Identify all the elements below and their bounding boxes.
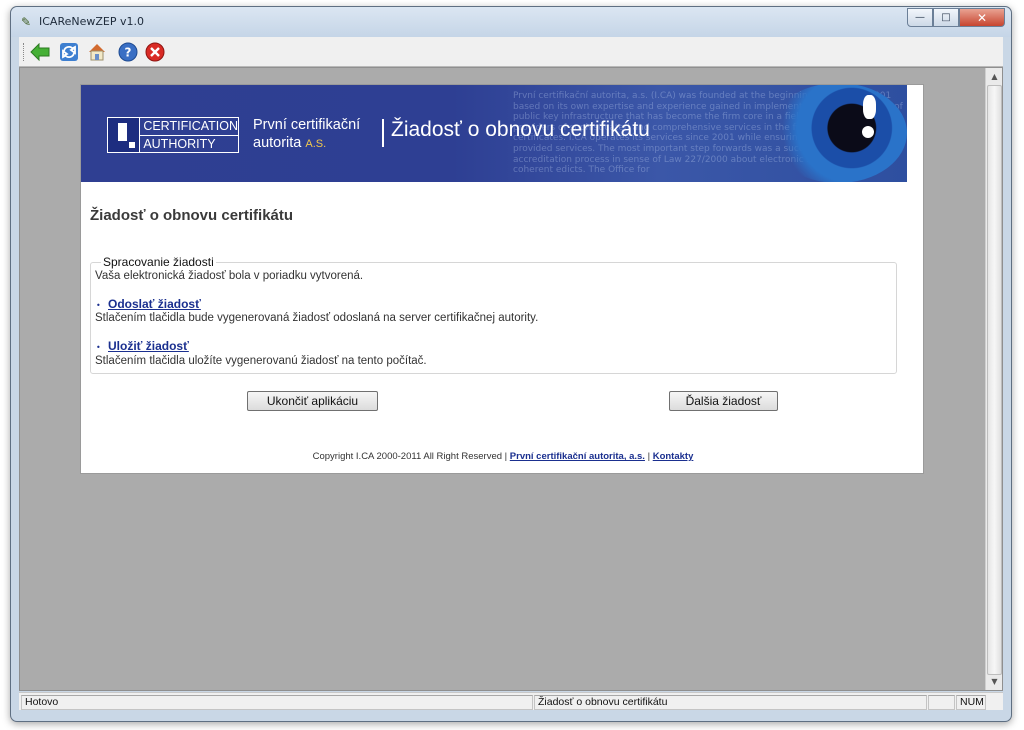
logo-line-1: CERTIFICATION [140, 118, 238, 136]
home-icon [89, 44, 105, 61]
stop-button[interactable] [144, 41, 166, 63]
vertical-scrollbar[interactable]: ▲ ▼ [985, 68, 1002, 690]
toolbar-grip[interactable] [23, 43, 26, 61]
send-request-link[interactable]: Odoslať žiadosť [108, 297, 201, 311]
status-bar: Hotovo Žiadosť o obnovu certifikátu NUM [19, 692, 1003, 710]
save-bullet: • [96, 343, 101, 352]
scroll-down-icon[interactable]: ▼ [986, 673, 1003, 690]
status-num-indicator: NUM [956, 695, 986, 710]
stop-icon [145, 42, 165, 62]
header-banner: První certifikační autorita, a.s. (I.CA)… [81, 85, 907, 182]
page-footer: Copyright I.CA 2000-2011 All Right Reser… [81, 451, 925, 462]
save-description: Stlačením tlačidla uložíte vygenerovanú … [95, 355, 427, 367]
eye-graphic [769, 85, 907, 182]
help-button[interactable]: ? [117, 41, 139, 63]
next-request-button[interactable]: Ďalšia žiadosť [669, 391, 778, 411]
copyright-text: Copyright I.CA 2000-2011 All Right Reser… [312, 451, 508, 462]
page-heading: Žiadosť o obnovu certifikátu [90, 207, 294, 224]
home-button[interactable] [86, 41, 108, 63]
save-request-link[interactable]: Uložiť žiadosť [108, 339, 189, 353]
refresh-button[interactable] [58, 41, 80, 63]
logo-i-mark [108, 118, 141, 152]
banner-title: Žiadosť o obnovu certifikátu [391, 118, 650, 141]
browser-view: První certifikační autorita, a.s. (I.CA)… [19, 67, 1003, 691]
scroll-thumb[interactable] [987, 85, 1002, 675]
scroll-up-icon[interactable]: ▲ [986, 68, 1003, 85]
back-arrow-icon [30, 43, 50, 61]
status-message: Vaša elektronická žiadosť bola v poriadk… [95, 270, 364, 282]
exit-application-button[interactable]: Ukončiť aplikáciu [247, 391, 378, 411]
org-suffix: A.S. [305, 138, 327, 150]
svg-text:?: ? [125, 46, 132, 60]
title-bar[interactable]: ✎ ICAReNewZEP v1.0 — □ ✕ [11, 7, 1011, 37]
organization-name: První certifikační autorita A.S. [253, 116, 360, 153]
minimize-button[interactable]: — [907, 8, 933, 27]
request-processing-group: Spracovanie žiadosti Vaša elektronická ž… [90, 255, 897, 374]
status-empty-panel [928, 695, 955, 710]
banner-divider [382, 119, 384, 147]
maximize-button[interactable]: □ [933, 8, 959, 27]
window-controls: — □ ✕ [907, 8, 1005, 27]
contacts-link[interactable]: Kontakty [653, 451, 694, 462]
status-page-title: Žiadosť o obnovu certifikátu [534, 695, 927, 710]
app-pen-icon: ✎ [21, 15, 32, 29]
toolbar: ? [19, 37, 1003, 67]
org-name-line-2: autorita [253, 135, 302, 151]
close-button[interactable]: ✕ [959, 8, 1005, 27]
window-title: ICAReNewZEP v1.0 [39, 15, 144, 28]
help-icon: ? [118, 42, 138, 62]
web-page: První certifikační autorita, a.s. (I.CA)… [80, 84, 924, 474]
send-bullet: • [96, 301, 101, 310]
footer-separator: | [647, 451, 651, 462]
eye-highlight-dot [862, 126, 874, 138]
group-legend: Spracovanie žiadosti [101, 255, 216, 269]
refresh-icon [60, 43, 78, 61]
org-name-line-1: První certifikační [253, 117, 361, 133]
app-window: ✎ ICAReNewZEP v1.0 — □ ✕ ? První certifi… [10, 6, 1012, 722]
ica-logo: CERTIFICATION AUTHORITY [107, 117, 239, 153]
eye-highlight [863, 95, 876, 119]
status-state: Hotovo [21, 695, 533, 710]
logo-line-2: AUTHORITY [143, 137, 216, 151]
send-description: Stlačením tlačidla bude vygenerovaná žia… [95, 312, 539, 324]
company-link[interactable]: První certifikační autorita, a.s. [510, 451, 645, 462]
back-button[interactable] [29, 41, 51, 63]
